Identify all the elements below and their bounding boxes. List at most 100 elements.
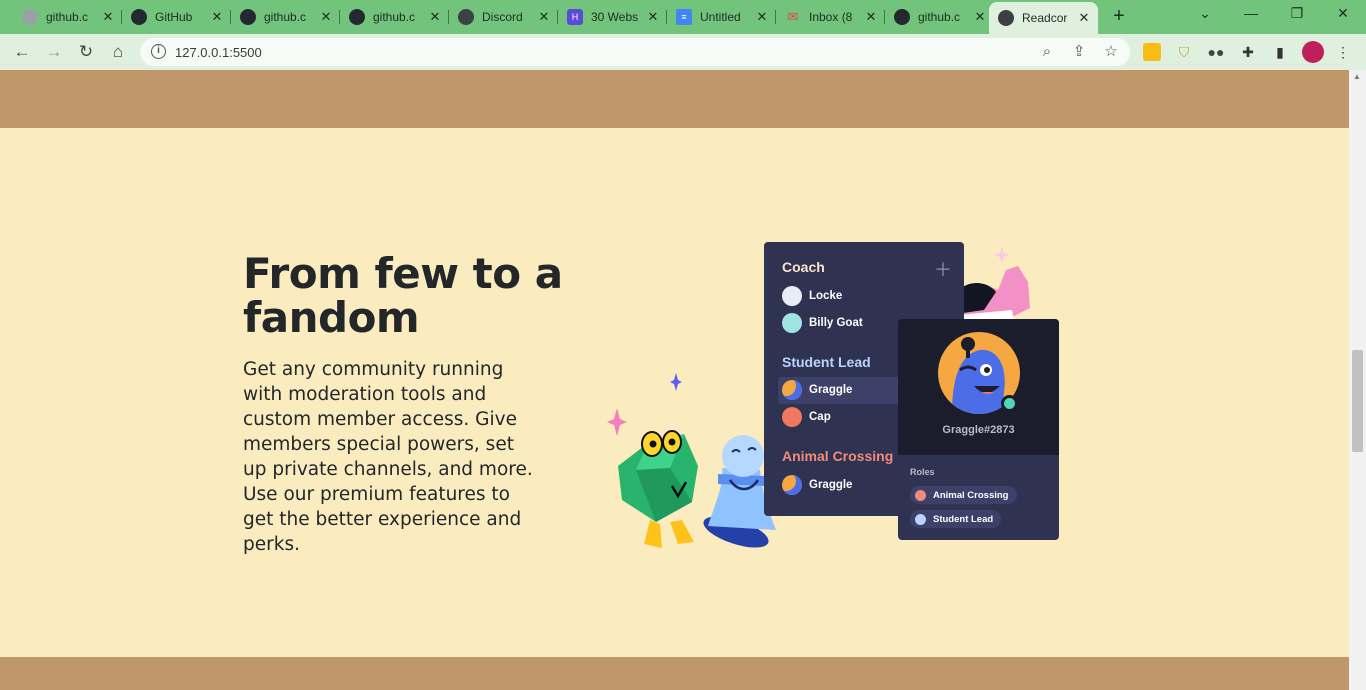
github-icon [240,9,256,25]
role-color-dot [915,513,926,525]
member-name: Locke [809,290,843,302]
zoom-icon[interactable]: ⌕ [1037,42,1057,62]
close-icon[interactable]: ✕ [536,9,552,25]
profile-header: Graggle#2873 [898,319,1059,455]
scrollbar-thumb[interactable] [1352,350,1363,452]
sparkle-icon [994,246,1010,264]
tab-github-1[interactable]: github.c ✕ [13,3,122,31]
extensions-puzzle-icon[interactable]: ✚ [1239,43,1257,61]
member-item[interactable]: Graggle [782,378,852,402]
close-icon[interactable]: ✕ [1076,10,1092,26]
green-dice-character [618,430,698,548]
close-icon[interactable]: ✕ [318,9,334,25]
tab-discord[interactable]: Discord ✕ [449,3,558,31]
tab-inbox[interactable]: ✉ Inbox (8 ✕ [776,3,885,31]
reload-button[interactable]: ↻ [74,40,98,64]
avatar [782,380,802,400]
url-text[interactable]: 127.0.0.1:5500 [175,45,262,60]
page-scrollbar[interactable]: ▲ [1349,70,1366,690]
extension-honey-icon[interactable]: ⛉ [1175,43,1193,61]
profile-card: Graggle#2873 Roles Animal Crossing Stude… [898,319,1059,540]
tab-title: GitHub [155,10,193,24]
tab-github-3[interactable]: github.c ✕ [231,3,340,31]
role-color-dot [915,489,926,501]
member-item[interactable]: Cap [782,405,831,429]
site-info-icon[interactable]: i [151,44,166,59]
member-item[interactable]: Locke [782,284,842,308]
tab-title: Discord [482,10,523,24]
avatar [782,313,802,333]
avatar [782,475,802,495]
bookmark-star-icon[interactable]: ☆ [1101,42,1121,62]
member-name: Billy Goat [809,317,863,329]
github-icon [349,9,365,25]
previous-section-band [0,70,1349,128]
role-header-animal-crossing: Animal Crossing [782,448,894,464]
webpage: From few to a fandom Get any community r… [0,70,1349,690]
github-icon [894,9,910,25]
member-name: Graggle [809,479,853,491]
share-icon[interactable]: ⇪ [1069,42,1089,62]
member-item[interactable]: Billy Goat [782,311,863,335]
close-icon[interactable]: ✕ [754,9,770,25]
profile-username: Graggle#2873 [942,424,1015,436]
browser-toolbar: ← → ↻ ⌂ i 127.0.0.1:5500 ⌕ ⇪ ☆ ⛉ ●● ✚ ▮ … [0,34,1366,70]
member-item[interactable]: Graggle [782,473,852,497]
close-icon[interactable]: ✕ [645,9,661,25]
tab-github-4[interactable]: github.c ✕ [340,3,449,31]
close-icon[interactable]: ✕ [427,9,443,25]
member-name: Cap [809,411,831,423]
avatar [782,407,802,427]
minimize-button[interactable]: — [1228,5,1274,27]
globe-icon [22,9,38,25]
tab-search-icon[interactable]: ⌄ [1182,5,1228,27]
extension-keep-icon[interactable] [1143,43,1161,61]
close-icon[interactable]: ✕ [209,9,225,25]
mail-icon: ✉ [787,9,799,24]
globe-icon [998,10,1014,26]
tab-github-2[interactable]: GitHub ✕ [122,3,231,31]
tab-title: github.c [264,10,307,24]
sparkle-icon [670,373,682,391]
back-button[interactable]: ← [10,40,34,64]
tab-title: Untitled [700,10,741,24]
next-section-band [0,657,1349,690]
globe-icon [458,9,474,25]
forward-button[interactable]: → [42,40,66,64]
restore-button[interactable]: ❐ [1274,5,1320,27]
sparkle-icon [607,408,627,436]
online-status-dot [1001,395,1018,412]
side-panel-icon[interactable]: ▮ [1271,43,1289,61]
role-header-student-lead: Student Lead [782,354,871,370]
extension-eyes-icon[interactable]: ●● [1207,43,1225,61]
close-window-button[interactable]: ✕ [1320,5,1366,27]
profile-avatar[interactable] [1302,41,1324,63]
close-icon[interactable]: ✕ [100,9,116,25]
tab-untitled-doc[interactable]: ≡ Untitled ✕ [667,3,776,31]
browser-tab-bar: github.c ✕ GitHub ✕ github.c ✕ github.c … [0,0,1366,34]
menu-kebab-icon[interactable]: ⋮ [1334,43,1352,61]
member-name: Graggle [809,384,853,396]
section-body-text: Get any community running with moderatio… [243,359,533,555]
home-button[interactable]: ⌂ [106,40,130,64]
plus-icon[interactable]: ＋ [934,256,952,282]
docs-icon: ≡ [676,9,692,25]
close-icon[interactable]: ✕ [972,9,988,25]
h-logo-icon: H [567,9,583,25]
tab-readcord-active[interactable]: Readcor ✕ [989,2,1098,34]
new-tab-button[interactable]: + [1108,6,1130,28]
tab-title: github.c [46,10,89,24]
tab-github-5[interactable]: github.c ✕ [885,3,994,31]
role-header-coach: Coach [782,259,825,275]
section-headline: From few to a fandom [243,249,563,342]
scroll-up-arrow-icon[interactable]: ▲ [1353,72,1361,81]
tab-title: Inbox (8 [809,10,853,24]
tab-30-websites[interactable]: H 30 Webs ✕ [558,3,667,31]
tab-title: github.c [373,10,416,24]
role-pill-label: Student Lead [933,513,994,525]
close-icon[interactable]: ✕ [863,9,879,25]
github-icon [131,9,147,25]
avatar [782,286,802,306]
address-bar[interactable]: i 127.0.0.1:5500 ⌕ ⇪ ☆ [140,38,1130,66]
roles-label: Roles [910,467,935,477]
